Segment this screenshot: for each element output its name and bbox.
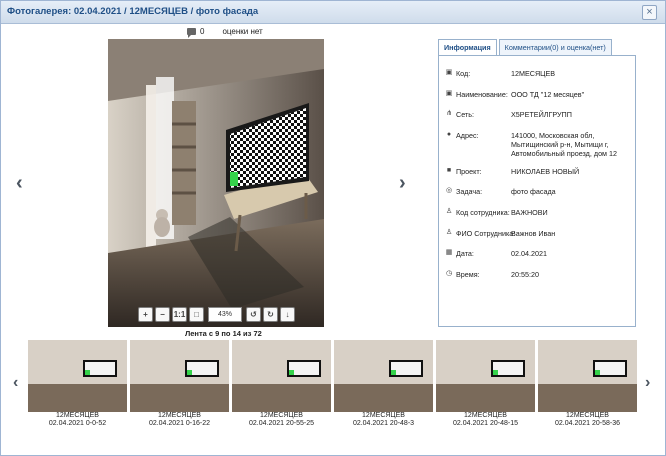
info-value: НИКОЛАЕВ НОВЫЙ <box>511 167 580 176</box>
info-value: 20:55:20 <box>511 270 539 279</box>
actual-size-icon[interactable]: 1:1 <box>172 306 187 322</box>
rotate-right-icon[interactable]: ↻ <box>263 306 278 322</box>
tab-comments-rating[interactable]: Комментарии(0) и оценка(нет) <box>498 39 612 55</box>
shop-icon: ▣ <box>445 69 453 76</box>
info-row-code: ▣ Код: 12МЕСЯЦЕВ <box>445 69 629 78</box>
comment-icon <box>187 28 196 38</box>
thumbnail[interactable]: 12МЕСЯЦЕВ 02.04.2021 20-55-25 <box>232 340 331 428</box>
dialog-titlebar: Фотогалерея: 02.04.2021 / 12МЕСЯЦЕВ / фо… <box>1 1 665 24</box>
thumbnail[interactable]: 12МЕСЯЦЕВ 02.04.2021 20-58-36 <box>538 340 637 428</box>
user-icon: ♙ <box>445 208 453 215</box>
info-label: Наименование: <box>456 90 508 99</box>
info-row-name: ▣ Наименование: ООО ТД "12 месяцев" <box>445 90 629 99</box>
info-label: ФИО Сотрудника: <box>456 229 516 238</box>
close-icon[interactable]: × <box>642 5 657 20</box>
info-label: Сеть: <box>456 110 474 119</box>
info-value: 12МЕСЯЦЕВ <box>511 69 556 78</box>
fit-icon[interactable]: □ <box>189 306 204 322</box>
network-icon: ⋔ <box>446 110 452 117</box>
info-label: Задача: <box>456 187 483 196</box>
photo-meta: 0 оценки нет <box>187 27 263 38</box>
info-value: ВАЖНОВИ <box>511 208 548 217</box>
thumbnail[interactable]: 12МЕСЯЦЕВ 02.04.2021 20-48-3 <box>334 340 433 428</box>
chevron-right-icon[interactable]: › <box>399 172 406 195</box>
info-value: Х5РЕТЕЙЛГРУПП <box>511 110 572 119</box>
thumbnail-title: 12МЕСЯЦЕВ <box>158 412 201 419</box>
info-value: фото фасада <box>511 187 556 196</box>
info-value: 141000, Московская обл, Мытищинский р-н,… <box>511 131 617 158</box>
main-photo[interactable] <box>108 39 324 327</box>
info-tabs: Информация Комментарии(0) и оценка(нет) <box>438 39 614 55</box>
zoom-value[interactable]: 43% <box>208 306 242 322</box>
zoom-out-icon[interactable]: − <box>155 306 170 322</box>
photo-gallery-dialog: Фотогалерея: 02.04.2021 / 12МЕСЯЦЕВ / фо… <box>0 0 666 456</box>
info-value: 02.04.2021 <box>511 249 547 258</box>
download-icon[interactable]: ↓ <box>280 306 295 322</box>
clock-icon: ◷ <box>445 270 453 277</box>
info-label: Дата: <box>456 249 474 258</box>
user-icon: ♙ <box>445 229 453 236</box>
info-row-task: ◎ Задача: фото фасада <box>445 187 629 196</box>
dialog-title: Фотогалерея: 02.04.2021 / 12МЕСЯЦЕВ / фо… <box>7 6 259 17</box>
thumbnail-date: 02.04.2021 20-58-36 <box>555 420 620 427</box>
location-icon: ● <box>446 131 452 138</box>
info-row-date: ▦ Дата: 02.04.2021 <box>445 249 629 258</box>
thumbnail-date: 02.04.2021 20-55-25 <box>249 420 314 427</box>
strip-label: Лента с 9 по 14 из 72 <box>185 329 262 338</box>
info-value: ООО ТД "12 месяцев" <box>511 90 585 99</box>
briefcase-icon: ■ <box>446 167 452 174</box>
info-row-address: ● Адрес: 141000, Московская обл, Мытищинск… <box>445 131 629 158</box>
info-label: Проект: <box>456 167 482 176</box>
info-row-project: ■ Проект: НИКОЛАЕВ НОВЫЙ <box>445 167 629 176</box>
thumbnail-title: 12МЕСЯЦЕВ <box>566 412 609 419</box>
info-label: Адрес: <box>456 131 479 140</box>
info-value: Важнов Иван <box>511 229 556 238</box>
info-label: Код: <box>456 69 471 78</box>
thumbnail-title: 12МЕСЯЦЕВ <box>464 412 507 419</box>
thumbnail[interactable]: 12МЕСЯЦЕВ 02.04.2021 0-0-52 <box>28 340 127 428</box>
calendar-icon: ▦ <box>445 249 453 256</box>
thumbnail-date: 02.04.2021 20-48-15 <box>453 420 518 427</box>
strip-chevron-left-icon[interactable]: ‹ <box>13 374 18 392</box>
info-label: Код сотрудника: <box>456 208 510 217</box>
thumbnail-date: 02.04.2021 0-0-52 <box>48 420 107 427</box>
thumbnail[interactable]: 12МЕСЯЦЕВ 02.04.2021 0-16-22 <box>130 340 229 428</box>
comment-count: 0 <box>200 27 205 36</box>
info-row-employee-code: ♙ Код сотрудника: ВАЖНОВИ <box>445 208 629 217</box>
zoom-in-icon[interactable]: + <box>138 306 153 322</box>
thumbnail-title: 12МЕСЯЦЕВ <box>260 412 303 419</box>
chevron-left-icon[interactable]: ‹ <box>16 172 23 195</box>
thumbnail-date: 02.04.2021 0-16-22 <box>148 420 211 427</box>
rotate-left-icon[interactable]: ↺ <box>246 306 261 322</box>
tab-information[interactable]: Информация <box>438 39 497 55</box>
rating-text: оценки нет <box>222 27 263 36</box>
image-toolbar: + − 1:1 □ 43% ↺ ↻ ↓ <box>138 306 295 322</box>
target-icon: ◎ <box>445 187 453 194</box>
info-row-network: ⋔ Сеть: Х5РЕТЕЙЛГРУПП <box>445 110 629 119</box>
thumbnail-title: 12МЕСЯЦЕВ <box>56 412 99 419</box>
thumbnail-title: 12МЕСЯЦЕВ <box>362 412 405 419</box>
info-row-time: ◷ Время: 20:55:20 <box>445 270 629 279</box>
thumbnail-strip: 12МЕСЯЦЕВ 02.04.2021 0-0-52 12МЕСЯЦЕВ 02… <box>28 340 638 436</box>
thumbnail[interactable]: 12МЕСЯЦЕВ 02.04.2021 20-48-15 <box>436 340 535 428</box>
info-content: ▣ Код: 12МЕСЯЦЕВ ▣ Наименование: ООО ТД "12 … <box>438 55 636 327</box>
info-label: Время: <box>456 270 480 279</box>
info-panel: Информация Комментарии(0) и оценка(нет) … <box>438 39 636 327</box>
thumbnail-date: 02.04.2021 20-48-3 <box>352 420 415 427</box>
info-row-employee-name: ♙ ФИО Сотрудника: Важнов Иван <box>445 229 629 238</box>
strip-chevron-right-icon[interactable]: › <box>645 374 650 392</box>
shop-icon: ▣ <box>445 90 453 97</box>
